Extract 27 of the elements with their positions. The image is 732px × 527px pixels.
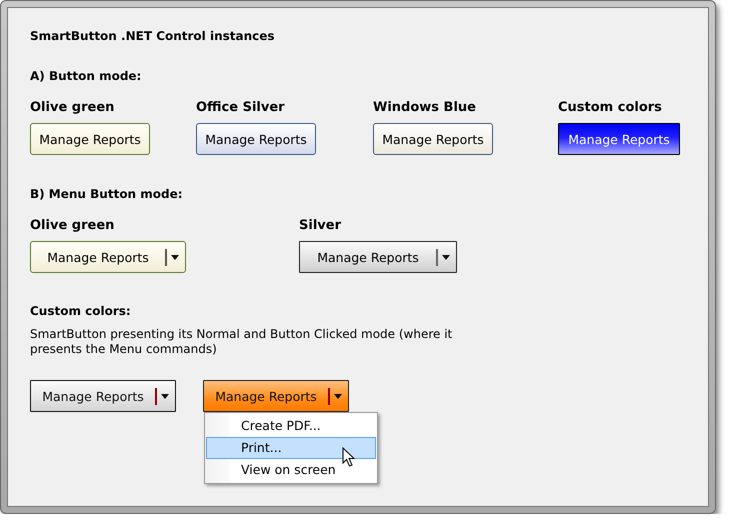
- dropdown-arrow-icon: [171, 254, 179, 260]
- style-label: Olive green: [30, 100, 114, 115]
- style-label: Windows Blue: [373, 100, 476, 115]
- style-label: Custom colors: [558, 100, 662, 115]
- style-label: Olive green: [30, 218, 114, 233]
- description-text: SmartButton presenting its Normal and Button Clicked mode (where it presents the Menu commands): [30, 327, 454, 357]
- style-label: Office Silver: [196, 100, 285, 115]
- mouse-cursor-icon: [342, 447, 356, 467]
- dropdown-arrow-icon: [442, 254, 450, 260]
- style-label: Silver: [299, 218, 341, 233]
- dropdown-arrow-icon: [161, 394, 169, 398]
- menu-button[interactable]: Manage Reports: [30, 380, 176, 412]
- dropdown-arrow-icon: [334, 394, 342, 398]
- manage-reports-button[interactable]: Manage Reports: [373, 123, 493, 155]
- section-heading: B) Menu Button mode:: [30, 187, 184, 201]
- menu-button[interactable]: Manage Reports: [203, 380, 349, 412]
- menu-button[interactable]: Manage Reports: [30, 241, 186, 273]
- section-heading: A) Button mode:: [30, 69, 142, 83]
- manage-reports-button[interactable]: Manage Reports: [30, 123, 150, 155]
- menu-item[interactable]: View on screen: [206, 459, 376, 481]
- manage-reports-button[interactable]: Manage Reports: [196, 123, 316, 155]
- manage-reports-button[interactable]: Manage Reports: [558, 123, 680, 155]
- panel-title: SmartButton .NET Control instances: [30, 29, 276, 43]
- menu-button[interactable]: Manage Reports: [299, 241, 457, 273]
- section-heading: Custom colors:: [30, 304, 132, 318]
- menu-item[interactable]: Create PDF...: [206, 415, 376, 437]
- menu-item[interactable]: Print...: [206, 437, 376, 459]
